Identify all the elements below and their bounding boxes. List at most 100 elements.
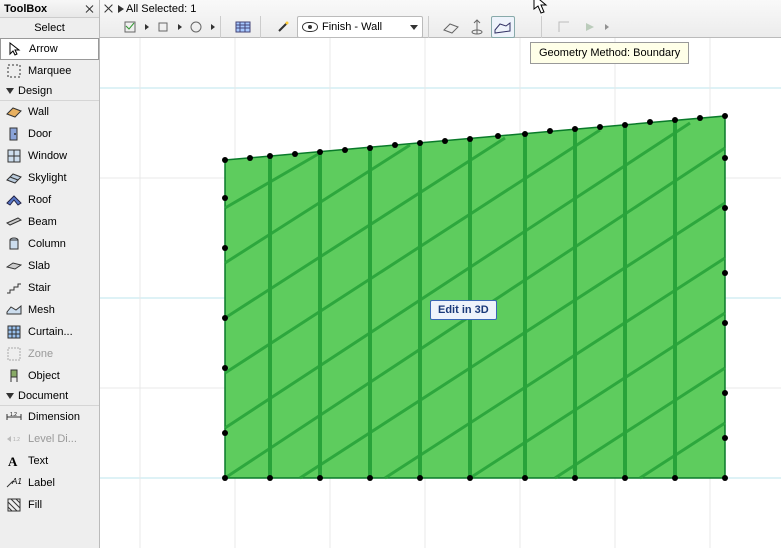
tooltip: Geometry Method: Boundary — [530, 42, 689, 64]
geom-flat-button[interactable] — [439, 16, 463, 38]
tool-btn-2[interactable] — [151, 16, 175, 38]
canvas-svg — [100, 38, 781, 548]
dropdown-icon — [605, 24, 609, 30]
tool-label: Stair — [28, 282, 51, 294]
tool-label: Curtain... — [28, 326, 73, 338]
toolbox-title: ToolBox — [4, 3, 47, 15]
tool-roof[interactable]: Roof — [0, 189, 99, 211]
tool-label: Slab — [28, 260, 50, 272]
dropdown-icon[interactable] — [211, 24, 215, 30]
selection-count: All Selected: 1 — [126, 3, 196, 15]
heading-label: Document — [18, 390, 68, 402]
chevron-down-icon — [410, 25, 418, 30]
main-area: All Selected: 1 Finish - Wall — [100, 0, 781, 548]
toolbox-heading-document[interactable]: Document — [0, 387, 99, 406]
tool-label: Roof — [28, 194, 51, 206]
tool-zone: Zone — [0, 343, 99, 365]
tool-dimension[interactable]: 1.2 Dimension — [0, 406, 99, 428]
toolbox-panel: ToolBox Select Arrow Marquee Design Wall… — [0, 0, 100, 548]
tool-mesh[interactable]: Mesh — [0, 299, 99, 321]
separator — [260, 16, 266, 38]
roof-icon — [6, 192, 22, 208]
slab-icon — [6, 258, 22, 274]
tool-label: Beam — [28, 216, 57, 228]
edit-3d-badge: Edit in 3D — [430, 300, 497, 320]
wand-button[interactable] — [271, 16, 295, 38]
tool-label: Marquee — [28, 65, 71, 77]
curtain-wall-shape — [222, 113, 728, 481]
drawing-canvas[interactable]: Edit in 3D — [100, 38, 781, 548]
separator — [541, 16, 547, 38]
level-icon: 1.2 — [6, 431, 22, 447]
tool-label: Dimension — [28, 411, 80, 423]
tool-skylight[interactable]: Skylight — [0, 167, 99, 189]
tool-btn-3[interactable] — [184, 16, 208, 38]
tool-label: Object — [28, 370, 60, 382]
dropdown-icon[interactable] — [145, 24, 149, 30]
object-icon — [6, 368, 22, 384]
geom-boundary-button[interactable] — [491, 16, 515, 38]
tool-label: Text — [28, 455, 48, 467]
tool-label: Level Di... — [28, 433, 77, 445]
tool-label: Column — [28, 238, 66, 250]
svg-text:A: A — [8, 454, 18, 468]
tool-label: Door — [28, 128, 52, 140]
tool-slab[interactable]: Slab — [0, 255, 99, 277]
tool-label: Wall — [28, 106, 49, 118]
tool-beam[interactable]: Beam — [0, 211, 99, 233]
geom-vertical-button[interactable] — [465, 16, 489, 38]
svg-text:1.2: 1.2 — [10, 412, 17, 418]
tool-door[interactable]: Door — [0, 123, 99, 145]
collapse-icon — [6, 393, 14, 399]
curtain-icon — [6, 324, 22, 340]
svg-text:A1: A1 — [11, 477, 22, 486]
tool-label: Arrow — [29, 43, 58, 55]
tool-column[interactable]: Column — [0, 233, 99, 255]
separator — [428, 16, 434, 38]
tool-label[interactable]: A1 Label — [0, 472, 99, 494]
toolbar-row: Finish - Wall — [118, 16, 609, 38]
stair-icon — [6, 280, 22, 296]
door-icon — [6, 126, 22, 142]
play-button[interactable] — [578, 16, 602, 38]
tool-object[interactable]: Object — [0, 365, 99, 387]
finish-dropdown[interactable]: Finish - Wall — [297, 16, 423, 38]
tool-label: Window — [28, 150, 67, 162]
fill-icon — [6, 497, 22, 513]
tool-window[interactable]: Window — [0, 145, 99, 167]
expand-icon[interactable] — [118, 5, 124, 13]
tool-stair[interactable]: Stair — [0, 277, 99, 299]
dimension-icon: 1.2 — [6, 409, 22, 425]
toolbox-heading-design[interactable]: Design — [0, 82, 99, 101]
tool-text[interactable]: A Text — [0, 450, 99, 472]
toolbox-header: ToolBox — [0, 0, 99, 18]
tool-arrow[interactable]: Arrow — [0, 38, 99, 60]
corner-button[interactable] — [552, 16, 576, 38]
mesh-icon — [6, 302, 22, 318]
beam-icon — [6, 214, 22, 230]
heading-label: Design — [18, 85, 52, 97]
tool-wall[interactable]: Wall — [0, 101, 99, 123]
tool-label: Mesh — [28, 304, 55, 316]
tool-label: Label — [28, 477, 55, 489]
tool-label: Skylight — [28, 172, 67, 184]
grid-button[interactable] — [231, 16, 255, 38]
tool-label: Fill — [28, 499, 42, 511]
tool-curtain[interactable]: Curtain... — [0, 321, 99, 343]
window-icon — [6, 148, 22, 164]
arrow-icon — [7, 41, 23, 57]
tool-fill[interactable]: Fill — [0, 494, 99, 516]
eye-icon — [302, 22, 318, 32]
close-icon[interactable] — [102, 2, 116, 16]
finish-label: Finish - Wall — [322, 21, 382, 33]
dropdown-icon[interactable] — [178, 24, 182, 30]
selection-info: All Selected: 1 — [118, 1, 196, 17]
close-icon[interactable] — [85, 4, 95, 14]
marquee-icon — [6, 63, 22, 79]
tool-btn-1[interactable] — [118, 16, 142, 38]
tool-label: Zone — [28, 348, 53, 360]
tool-marquee[interactable]: Marquee — [0, 60, 99, 82]
zone-icon — [6, 346, 22, 362]
column-icon — [6, 236, 22, 252]
label-icon: A1 — [6, 475, 22, 491]
